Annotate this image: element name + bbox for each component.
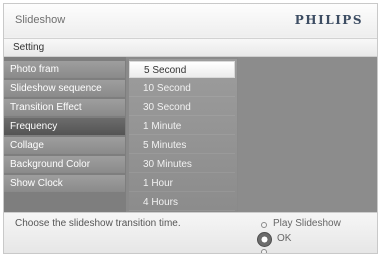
option-10-second[interactable]: 10 Second [129,80,235,97]
option-5-minutes[interactable]: 5 Minutes [129,137,235,154]
option-30-second[interactable]: 30 Second [129,99,235,116]
footer-bar: Choose the slideshow transition time. Pl… [4,212,377,253]
section-heading: Setting [4,38,377,57]
help-text: Choose the slideshow transition time. [15,218,181,229]
menu-item-background-color[interactable]: Background Color [4,156,125,173]
ok-dial-icon[interactable] [257,232,272,247]
option-30-minutes[interactable]: 30 Minutes [129,156,235,173]
menu-item-slideshow-sequence[interactable]: Slideshow sequence [4,80,125,97]
frequency-options: 5 Second 10 Second 30 Second 1 Minute 5 … [129,59,237,211]
nav-down-dot-icon [261,249,267,253]
option-1-minute[interactable]: 1 Minute [129,118,235,135]
menu-item-transition-effect[interactable]: Transition Effect [4,99,125,116]
menu-item-frequency[interactable]: Frequency [4,118,125,135]
window: Slideshow PHILIPS Setting Photo fram Sli… [3,3,378,254]
option-1-hour[interactable]: 1 Hour [129,175,235,192]
ok-label[interactable]: OK [277,233,291,244]
play-slideshow-label[interactable]: Play Slideshow [273,218,341,229]
preview-panel [238,57,377,212]
menu-item-show-clock[interactable]: Show Clock [4,175,125,192]
section-heading-label: Setting [13,42,45,53]
content-area: Photo fram Slideshow sequence Transition… [4,57,377,212]
menu-item-photo-frame[interactable]: Photo fram [4,61,125,78]
option-5-second[interactable]: 5 Second [129,61,235,78]
brand-logo: PHILIPS [294,13,363,27]
option-4-hours[interactable]: 4 Hours [129,194,235,211]
menu-item-collage[interactable]: Collage [4,137,125,154]
settings-menu: Photo fram Slideshow sequence Transition… [4,57,126,212]
nav-up-dot-icon [261,222,267,228]
app-title: Slideshow [15,14,66,26]
title-bar: Slideshow PHILIPS [4,4,377,37]
